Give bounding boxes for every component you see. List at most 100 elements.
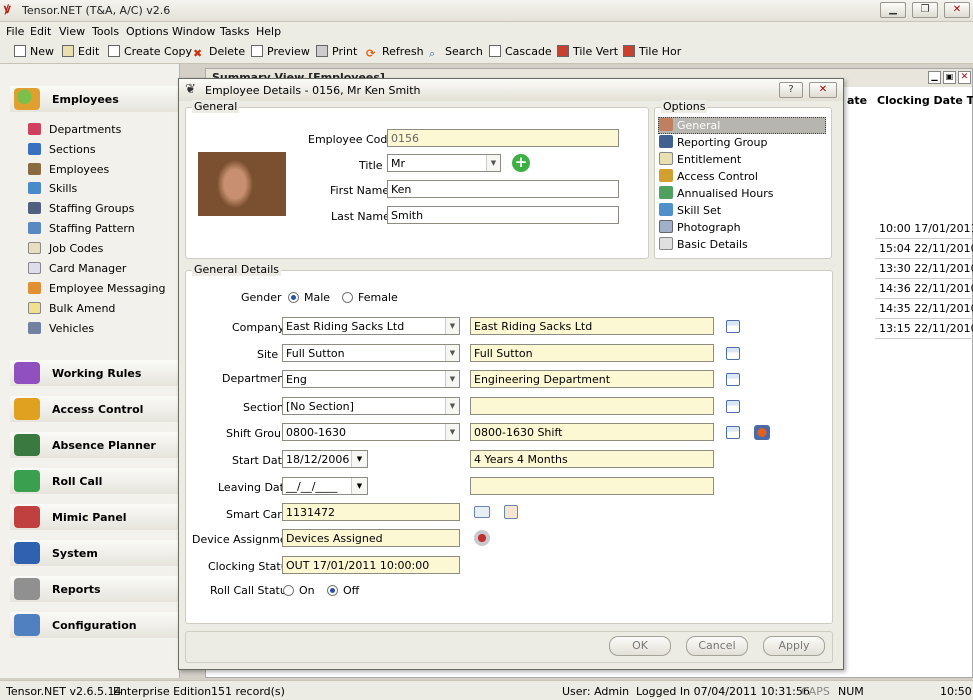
menu-edit[interactable]: Edit xyxy=(30,25,51,38)
option-entitlement[interactable]: Entitlement xyxy=(659,152,741,166)
sidebar-item-staffing-pattern[interactable]: Staffing Pattern xyxy=(28,222,135,235)
option-access-control[interactable]: Access Control xyxy=(659,169,758,183)
delete-button[interactable]: ✖ Delete xyxy=(193,45,245,61)
tile-vert-button[interactable]: Tile Vert xyxy=(557,45,618,61)
edit-button[interactable]: Edit xyxy=(62,45,99,61)
leaving-date-picker[interactable]: __/__/____ ▼ xyxy=(282,477,368,495)
refresh-button[interactable]: ⟳ Refresh xyxy=(366,45,424,61)
tile-hor-button[interactable]: Tile Hor xyxy=(623,45,681,61)
shift-calendar-icon[interactable] xyxy=(754,425,770,440)
nav-reports[interactable]: Reports xyxy=(10,576,178,602)
clocking-status-label: Clocking Status xyxy=(208,560,294,573)
nav-configuration[interactable]: Configuration xyxy=(10,612,178,638)
shift-group-combo[interactable]: 0800-1630 ▼ xyxy=(282,423,460,441)
sidebar-item-job-codes[interactable]: Job Codes xyxy=(28,242,103,255)
printer-icon xyxy=(316,45,328,57)
menu-view[interactable]: View xyxy=(59,25,85,38)
sidebar-item-vehicles[interactable]: Vehicles xyxy=(28,322,94,335)
table-row[interactable]: 13:15 22/11/2010 xyxy=(875,319,973,339)
company-lookup-icon[interactable] xyxy=(726,320,740,333)
gender-male-radio[interactable]: Male xyxy=(288,291,330,304)
site-combo[interactable]: Full Sutton ▼ xyxy=(282,344,460,362)
sidebar-item-employee-messaging[interactable]: Employee Messaging xyxy=(28,282,165,295)
dialog-help-button[interactable]: ? xyxy=(779,82,803,98)
print-button[interactable]: Print xyxy=(316,45,357,61)
menu-window[interactable]: Window xyxy=(172,25,215,38)
gender-female-radio[interactable]: Female xyxy=(342,291,398,304)
menu-tasks[interactable]: Tasks xyxy=(220,25,249,38)
smart-card-icon[interactable] xyxy=(474,506,490,518)
sidebar-item-card-manager[interactable]: Card Manager xyxy=(28,262,126,275)
ok-button[interactable]: OK xyxy=(609,636,671,656)
shift-group-label: Shift Group xyxy=(226,427,288,440)
nav-mimic-panel[interactable]: Mimic Panel xyxy=(10,504,178,530)
nav-roll-call[interactable]: Roll Call xyxy=(10,468,178,494)
nav-system[interactable]: System xyxy=(10,540,178,566)
department-combo[interactable]: Eng ▼ xyxy=(282,370,460,388)
section-lookup-icon[interactable] xyxy=(726,400,740,413)
search-button[interactable]: ⌕ Search xyxy=(429,45,483,61)
option-general[interactable]: General xyxy=(659,118,720,132)
summary-window-close-icon[interactable]: ✕ xyxy=(958,71,971,84)
sidebar-item-bulk-amend[interactable]: Bulk Amend xyxy=(28,302,115,315)
roll-call-on-radio[interactable]: On xyxy=(283,584,315,597)
shift-group-lookup-icon[interactable] xyxy=(726,426,740,439)
sections-icon xyxy=(28,143,41,155)
card-details-icon[interactable] xyxy=(504,505,518,519)
first-name-field[interactable]: Ken xyxy=(387,180,619,198)
cancel-button[interactable]: Cancel xyxy=(686,636,748,656)
table-row[interactable]: 14:36 22/11/2010 xyxy=(875,279,973,299)
option-skill-set[interactable]: Skill Set xyxy=(659,203,721,217)
sidebar-item-staffing-groups[interactable]: Staffing Groups xyxy=(28,202,134,215)
add-title-icon[interactable]: + xyxy=(512,154,530,172)
device-assignment-field[interactable]: Devices Assigned xyxy=(282,529,460,547)
section-combo[interactable]: [No Section] ▼ xyxy=(282,397,460,415)
general-group: General Employee Code 0156 Title Mr ▼ + F… xyxy=(185,100,649,259)
column-header-date[interactable]: ate xyxy=(847,94,867,107)
smart-card-field[interactable]: 1131472 xyxy=(282,503,460,521)
sidebar-item-departments[interactable]: Departments xyxy=(28,123,121,136)
roll-call-off-radio[interactable]: Off xyxy=(327,584,359,597)
sidebar-item-sections[interactable]: Sections xyxy=(28,143,96,156)
column-header-clocking-date[interactable]: Clocking Date Tin xyxy=(877,94,973,107)
dialog-close-button[interactable]: ✕ xyxy=(809,82,837,98)
last-name-field[interactable]: Smith xyxy=(387,206,619,224)
option-reporting-group[interactable]: Reporting Group xyxy=(659,135,767,149)
minimize-button[interactable]: ▁ xyxy=(880,2,906,18)
new-button[interactable]: New xyxy=(14,45,54,61)
device-assignment-icon[interactable] xyxy=(474,530,490,546)
cascade-button[interactable]: Cascade xyxy=(489,45,552,61)
employee-code-field[interactable]: 0156 xyxy=(387,129,619,147)
create-copy-button[interactable]: Create Copy xyxy=(108,45,192,61)
site-lookup-icon[interactable] xyxy=(726,347,740,360)
roll-call-icon xyxy=(14,470,40,492)
table-row[interactable]: 15:04 22/11/2010 xyxy=(875,239,973,259)
summary-window-restore-icon[interactable]: ▣ xyxy=(943,71,956,84)
nav-working-rules[interactable]: Working Rules xyxy=(10,360,178,386)
apply-button[interactable]: Apply xyxy=(763,636,825,656)
restore-button[interactable]: ❐ xyxy=(912,2,938,18)
option-photograph[interactable]: Photograph xyxy=(659,220,741,234)
title-combo[interactable]: Mr ▼ xyxy=(387,154,501,172)
menu-help[interactable]: Help xyxy=(256,25,281,38)
nav-absence-planner[interactable]: Absence Planner xyxy=(10,432,178,458)
option-basic-details[interactable]: Basic Details xyxy=(659,237,748,251)
menu-tools[interactable]: Tools xyxy=(92,25,119,38)
edit-icon xyxy=(62,45,74,57)
sidebar-item-skills[interactable]: Skills xyxy=(28,182,77,195)
menu-file[interactable]: File xyxy=(6,25,24,38)
option-annualised-hours[interactable]: Annualised Hours xyxy=(659,186,774,200)
company-combo[interactable]: East Riding Sacks Ltd ▼ xyxy=(282,317,460,335)
table-row[interactable]: 14:35 22/11/2010 xyxy=(875,299,973,319)
start-date-picker[interactable]: 18/12/2006 ▼ xyxy=(282,450,368,468)
sidebar-item-employees[interactable]: Employees xyxy=(28,163,109,176)
nav-employees[interactable]: Employees xyxy=(10,86,178,112)
summary-window-minimize-icon[interactable]: ▁ xyxy=(928,71,941,84)
menu-options[interactable]: Options xyxy=(126,25,168,38)
department-lookup-icon[interactable] xyxy=(726,373,740,386)
table-row[interactable]: 13:30 22/11/2010 xyxy=(875,259,973,279)
preview-button[interactable]: Preview xyxy=(251,45,310,61)
table-row[interactable]: 10:00 17/01/2011 xyxy=(875,219,973,239)
close-button[interactable]: ✕ xyxy=(944,2,970,18)
nav-access-control[interactable]: Access Control xyxy=(10,396,178,422)
